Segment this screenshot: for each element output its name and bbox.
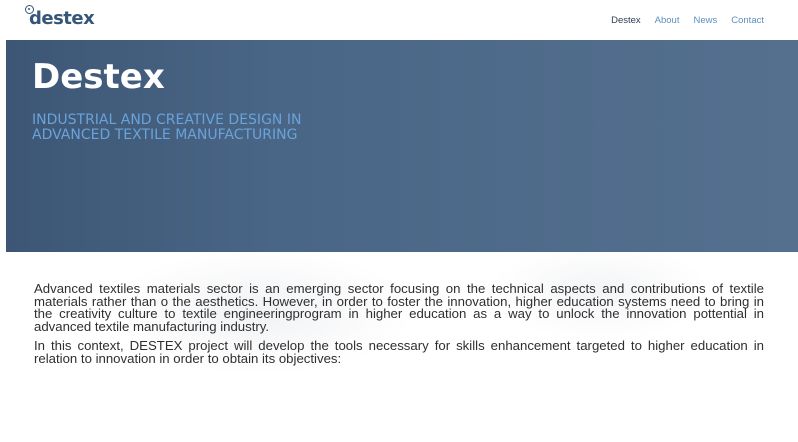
- site-logo[interactable]: destex: [25, 5, 95, 29]
- hero-banner: Destex INDUSTRIAL AND CREATIVE DESIGN IN…: [6, 40, 798, 252]
- logo-text: destex: [29, 8, 95, 29]
- intro-paragraph-2: In this context, DESTEX project will dev…: [34, 338, 764, 366]
- nav-link-destex[interactable]: Destex: [611, 15, 641, 26]
- nav-link-news[interactable]: News: [693, 15, 717, 26]
- nav-link-about[interactable]: About: [655, 15, 680, 26]
- intro-paragraph-1: Advanced textiles materials sector is an…: [34, 281, 764, 334]
- top-navigation-bar: destex Destex About News Contact: [0, 0, 798, 40]
- nav-link-contact[interactable]: Contact: [731, 15, 764, 26]
- hero-subtitle: INDUSTRIAL AND CREATIVE DESIGN IN ADVANC…: [32, 112, 302, 143]
- main-nav: Destex About News Contact: [611, 15, 764, 26]
- hero-title: Destex: [32, 57, 165, 97]
- circle-logo-icon: [25, 5, 34, 14]
- intro-content: Advanced textiles materials sector is an…: [34, 281, 764, 372]
